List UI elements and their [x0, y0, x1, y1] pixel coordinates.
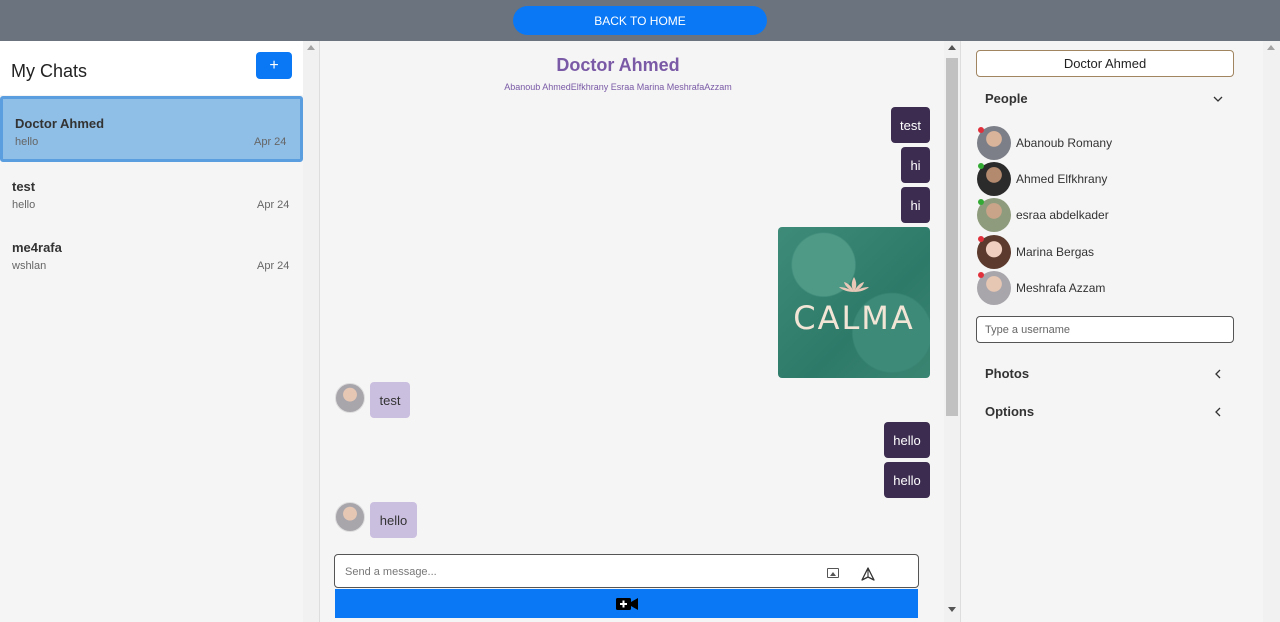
message-input-box: [334, 554, 919, 588]
member-item[interactable]: Meshrafa Azzam: [977, 271, 1237, 305]
status-dot: [978, 163, 984, 169]
member-name: esraa abdelkader: [1016, 208, 1109, 222]
chat-date: Apr 24: [257, 260, 290, 272]
video-call-button[interactable]: [335, 589, 918, 618]
chat-list-item-test[interactable]: test hello Apr 24: [0, 165, 303, 231]
status-dot: [978, 199, 984, 205]
people-section-header[interactable]: People: [985, 91, 1028, 106]
chat-name: me4rafa: [12, 240, 62, 255]
chevron-left-icon[interactable]: [1213, 369, 1223, 379]
username-search-input[interactable]: [985, 322, 1225, 338]
chat-last-message: wshlan: [12, 260, 47, 272]
send-icon[interactable]: [861, 567, 875, 581]
outgoing-message: hi: [901, 147, 930, 183]
conversation-scrollbar[interactable]: [944, 41, 961, 622]
chat-last-message: hello: [12, 199, 36, 211]
video-call-icon: [615, 597, 638, 610]
photos-section-header[interactable]: Photos: [985, 366, 1029, 381]
sender-avatar: [335, 383, 365, 413]
incoming-message: hello: [370, 502, 417, 538]
member-item[interactable]: Abanoub Romany: [977, 126, 1237, 160]
member-name: Marina Bergas: [1016, 245, 1095, 259]
outgoing-image-message[interactable]: CALMA: [778, 227, 930, 378]
chat-list-scrollbar[interactable]: [303, 41, 320, 622]
chat-date: Apr 24: [254, 136, 287, 148]
details-scrollbar[interactable]: [1263, 41, 1280, 622]
conversation-members: Abanoub AhmedElfkhrany Esraa Marina Mesh…: [504, 82, 732, 92]
outgoing-message: hello: [884, 462, 930, 498]
chat-name: test: [12, 179, 36, 194]
member-name: Abanoub Romany: [1016, 136, 1113, 150]
outgoing-message: test: [891, 107, 930, 143]
outgoing-message: hi: [901, 187, 930, 223]
back-to-home-button[interactable]: BACK TO HOME: [513, 6, 767, 35]
message-input[interactable]: [345, 562, 805, 582]
incoming-message: test: [370, 382, 410, 418]
add-user-search-box: [976, 316, 1234, 343]
scrollbar-thumb[interactable]: [946, 58, 958, 416]
status-dot: [978, 236, 984, 242]
new-group-chat-button[interactable]: +: [256, 52, 292, 79]
member-item[interactable]: Marina Bergas: [977, 235, 1237, 269]
scroll-down-arrow-icon[interactable]: [948, 607, 956, 612]
my-chats-title: My Chats: [11, 61, 88, 81]
scroll-up-arrow-icon[interactable]: [1267, 45, 1275, 50]
chat-list-panel: My Chats + Doctor Ahmed hello Apr 24 tes…: [0, 41, 303, 622]
member-name: Ahmed Elfkhrany: [1016, 172, 1108, 186]
chat-name: Doctor Ahmed: [15, 116, 105, 131]
top-bar: BACK TO HOME: [0, 0, 1280, 41]
status-dot: [978, 127, 984, 133]
member-item[interactable]: esraa abdelkader: [977, 198, 1237, 232]
conversation-panel: Doctor Ahmed Abanoub AhmedElfkhrany Esra…: [320, 41, 944, 622]
chevron-down-icon[interactable]: [1213, 94, 1223, 104]
image-logo-text: CALMA: [793, 299, 915, 337]
status-dot: [978, 272, 984, 278]
details-title: Doctor Ahmed: [976, 50, 1234, 77]
chat-list-item-doctor-ahmed[interactable]: Doctor Ahmed hello Apr 24: [0, 96, 303, 162]
lotus-logo-icon: [839, 277, 869, 292]
chat-details-panel: Doctor Ahmed People Abanoub Romany Ahmed…: [961, 41, 1263, 622]
conversation-title: Doctor Ahmed: [556, 55, 680, 75]
chat-date: Apr 24: [257, 199, 290, 211]
options-section-header[interactable]: Options: [985, 404, 1034, 419]
outgoing-message: hello: [884, 422, 930, 458]
scroll-up-arrow-icon[interactable]: [307, 45, 315, 50]
sender-avatar: [335, 502, 365, 532]
member-name: Meshrafa Azzam: [1016, 281, 1106, 295]
image-icon[interactable]: [827, 568, 839, 578]
member-item[interactable]: Ahmed Elfkhrany: [977, 162, 1237, 196]
chat-list-header: My Chats +: [0, 41, 303, 95]
scroll-up-arrow-icon[interactable]: [948, 45, 956, 50]
chevron-left-icon[interactable]: [1213, 407, 1223, 417]
chat-list-item-me4rafa[interactable]: me4rafa wshlan Apr 24: [0, 226, 303, 292]
chat-last-message: hello: [15, 136, 39, 148]
